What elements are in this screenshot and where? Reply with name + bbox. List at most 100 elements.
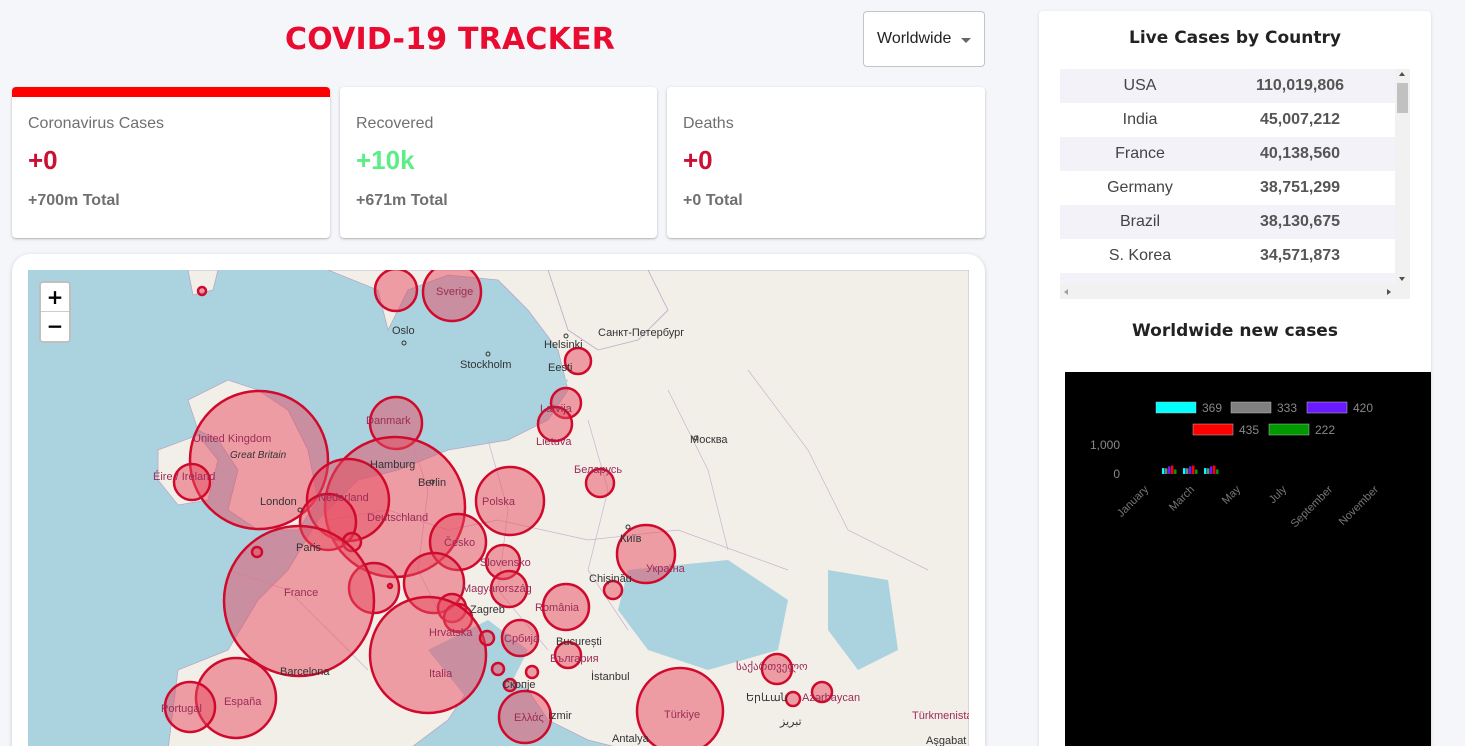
zoom-control: + − [39, 281, 71, 343]
deaths-label: Deaths [683, 115, 734, 132]
map-label: United Kingdom [193, 433, 271, 445]
legend-swatch [1268, 423, 1310, 436]
europe-map[interactable]: Sverige Oslo Stockholm Helsinki Санкт-Пе… [28, 270, 969, 746]
chart-bar [1186, 468, 1189, 474]
live-cases-table[interactable]: USA 110,019,806 India 45,007,212 France 40,13… [1060, 69, 1410, 299]
map-label: تبریز [779, 716, 802, 728]
map-label: Barcelona [280, 666, 330, 678]
map-card: Sverige Oslo Stockholm Helsinki Санкт-Пе… [12, 254, 985, 746]
scroll-thumb[interactable] [1397, 83, 1408, 113]
x-tick-label: May [1220, 483, 1244, 507]
cases-label: Coronavirus Cases [28, 115, 165, 132]
map-label: Slovensko [480, 557, 531, 569]
map-label: Paris [296, 542, 322, 554]
map-label: Latvija [540, 403, 573, 415]
table-row: India 45,007,212 [1060, 103, 1395, 137]
map-label: Türkiye [664, 709, 700, 721]
table-row: S. Korea 34,571,873 [1060, 239, 1395, 273]
country-cases: 38,130,675 [1259, 213, 1341, 230]
country-name: India [1122, 111, 1158, 128]
country-cases: 110,019,806 [1255, 77, 1345, 94]
app-title: COVID-19 TRACKER [285, 22, 616, 57]
map-label: Ελλάς [514, 712, 544, 724]
country-name: USA [1123, 77, 1157, 94]
map-label: Italia [429, 668, 453, 680]
table-vertical-scrollbar[interactable] [1395, 69, 1410, 284]
map-label: България [550, 653, 599, 665]
map-label: Berlin [418, 477, 446, 489]
chart-bar [1189, 466, 1192, 474]
map-label: España [224, 696, 262, 708]
new-cases-chart-svg[interactable]: 369 333 420 435 222 1,000 0 January March May July… [1065, 372, 1431, 746]
cases-info-box[interactable]: Coronavirus Cases +0 +700m Total [12, 87, 330, 238]
legend-swatch [1306, 401, 1348, 414]
chart-bar [1195, 469, 1198, 474]
scroll-right-arrow-icon[interactable] [1387, 289, 1391, 295]
chart-bar [1204, 468, 1207, 474]
legend-swatch [1155, 401, 1197, 414]
country-select-value: Worldwide [877, 30, 952, 47]
table-horizontal-scrollbar[interactable] [1060, 284, 1410, 299]
legend-label: 420 [1353, 401, 1373, 415]
country-name: S. Korea [1108, 247, 1172, 264]
scroll-down-arrow-icon[interactable] [1399, 277, 1405, 281]
map-label: Danmark [366, 415, 411, 427]
chart-bar [1192, 465, 1195, 474]
y-tick-label: 0 [1113, 467, 1120, 481]
zoom-out-button[interactable]: − [41, 312, 69, 341]
chart-bar [1213, 465, 1216, 474]
chart-bar [1207, 468, 1210, 474]
chart-bar [1171, 465, 1174, 474]
recovered-info-box[interactable]: Recovered +10k +671m Total [340, 87, 657, 238]
x-tick-label: September [1289, 483, 1336, 530]
x-tick-label: January [1115, 483, 1152, 520]
dropdown-caret-icon [961, 38, 971, 43]
deaths-info-box[interactable]: Deaths +0 +0 Total [667, 87, 985, 238]
map-label: Київ [620, 533, 642, 545]
map-label: Санкт-Петербург [598, 327, 684, 339]
map-label: Česko [444, 536, 475, 549]
zoom-in-button[interactable]: + [41, 283, 69, 312]
map-label: Երևան [746, 692, 788, 704]
map-label: Great Britain [230, 450, 287, 461]
worldwide-new-cases-title: Worldwide new cases [1132, 321, 1338, 341]
map-label: Sverige [436, 286, 473, 298]
chart-bar [1162, 468, 1165, 474]
country-name: France [1115, 145, 1165, 162]
chart-bar [1183, 468, 1186, 474]
country-cases: 40,138,560 [1259, 145, 1341, 162]
map-label: Eesti [548, 362, 572, 374]
map-label: România [535, 602, 580, 614]
map-label: Türkmenistan [912, 710, 969, 722]
legend-label: 222 [1315, 423, 1335, 437]
cases-value: +0 [28, 145, 58, 175]
map-label: საქართველო [736, 660, 808, 673]
map-label: Zagreb [470, 604, 505, 616]
y-tick-label: 1,000 [1090, 438, 1120, 452]
map-label: Україна [646, 563, 686, 575]
legend-swatch [1230, 401, 1272, 414]
scroll-up-arrow-icon[interactable] [1399, 72, 1405, 76]
map-label: București [556, 636, 602, 648]
map-label: Aşgabat [926, 735, 966, 746]
recovered-value: +10k [356, 145, 415, 175]
new-cases-chart[interactable]: 369 333 420 435 222 1,000 0 January March May July… [1065, 372, 1431, 746]
map-label: Antalya [612, 733, 650, 745]
country-select[interactable]: Worldwide [863, 11, 985, 67]
map-label: Lietuva [536, 436, 572, 448]
table-row: Germany 38,751,299 [1060, 171, 1395, 205]
map-label: Hrvatska [429, 627, 473, 639]
map-label: İstanbul [591, 670, 630, 683]
map-label: Polska [482, 496, 516, 508]
country-name: Brazil [1119, 213, 1160, 230]
map-label: Portugal [161, 703, 202, 715]
x-tick-label: March [1167, 484, 1197, 514]
map-canvas[interactable]: Sverige Oslo Stockholm Helsinki Санкт-Пе… [28, 270, 969, 746]
cases-total: +700m Total [28, 192, 120, 209]
chart-bar [1216, 469, 1219, 474]
map-label: France [284, 587, 318, 599]
country-cases: 45,007,212 [1259, 111, 1341, 128]
map-label: Deutschland [367, 512, 428, 524]
x-tick-label: July [1267, 483, 1290, 506]
scroll-left-arrow-icon[interactable] [1064, 289, 1068, 295]
